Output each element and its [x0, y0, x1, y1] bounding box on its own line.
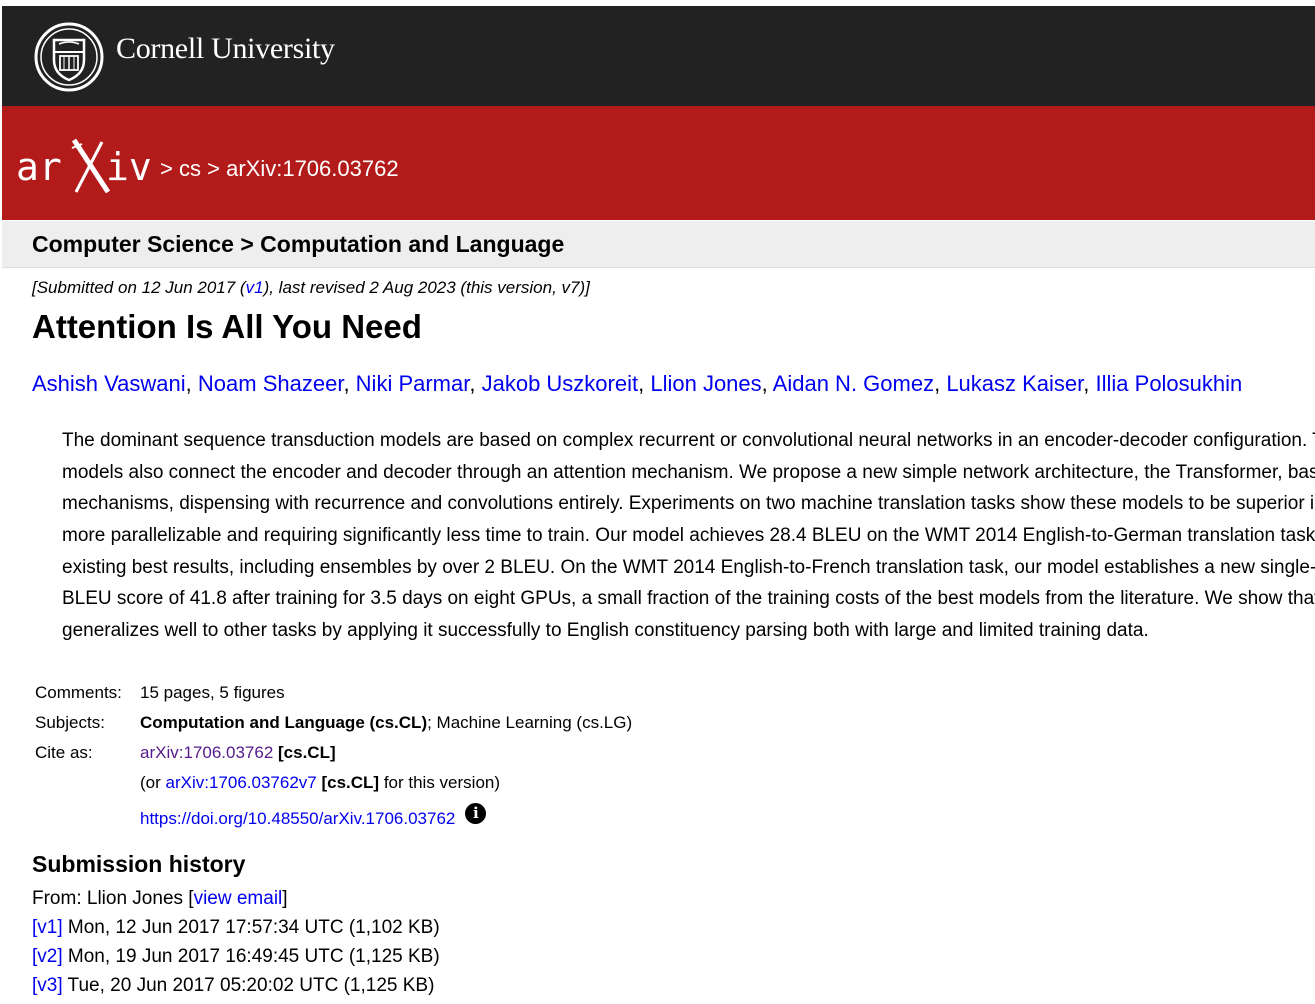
dateline-prefix: [Submitted on 12 Jun 2017 (	[32, 278, 246, 297]
breadcrumb-category-link[interactable]: cs	[179, 156, 201, 181]
author-separator: ,	[469, 371, 482, 396]
abstract-line: BLEU score of 41.8 after training for 3.…	[62, 588, 1315, 610]
authors-list: Ashish Vaswani, Noam Shazeer, Niki Parma…	[32, 371, 1242, 397]
arxiv-logo-icon[interactable]: ar iv	[16, 130, 156, 200]
subject-bar: Computer Science > Computation and Langu…	[2, 221, 1315, 268]
author-separator: ,	[934, 371, 947, 396]
from-row: From: Llion Jones [view email]	[32, 888, 440, 917]
author-link[interactable]: Ashish Vaswani	[32, 371, 186, 396]
version-history-row: [v3] Tue, 20 Jun 2017 05:20:02 UTC (1,12…	[32, 975, 440, 1004]
doi-value: https://doi.org/10.48550/arXiv.1706.0376…	[140, 803, 487, 829]
subjects-value: Computation and Language (cs.CL); Machin…	[140, 713, 632, 733]
from-prefix: From: Llion Jones [	[32, 888, 194, 909]
abstract-line: more parallelizable and requiring signif…	[62, 525, 1315, 547]
dateline-suffix: ), last revised 2 Aug 2023 (this version…	[263, 278, 590, 297]
submission-history-title: Submission history	[32, 851, 246, 877]
author-link[interactable]: Niki Parmar	[356, 371, 470, 396]
cornell-seal-icon[interactable]	[34, 22, 104, 92]
version-date: Mon, 19 Jun 2017 16:49:45 UTC (1,125 KB)	[62, 946, 440, 967]
breadcrumb-paper-id: arXiv:1706.03762	[226, 156, 399, 181]
version-history-row: [v1] Mon, 12 Jun 2017 17:57:34 UTC (1,10…	[32, 917, 440, 946]
from-suffix: ]	[282, 888, 288, 909]
cite-category: [cs.CL]	[278, 743, 336, 762]
svg-text:ar: ar	[16, 145, 62, 189]
author-separator: ,	[1083, 371, 1096, 396]
version-link[interactable]: [v1]	[32, 917, 63, 938]
cite-label: Cite as:	[35, 743, 93, 762]
author-separator: ,	[638, 371, 651, 396]
abstract-line: generalizes well to other tasks by apply…	[62, 620, 1149, 642]
version-category: [cs.CL]	[321, 773, 380, 792]
breadcrumb-separator: >	[160, 156, 173, 181]
primary-subject: Computation and Language (cs.CL)	[140, 713, 428, 732]
abstract-line: existing best results, including ensembl…	[62, 556, 1315, 578]
abstract-line: models also connect the encoder and deco…	[62, 461, 1315, 483]
subjects-label: Subjects:	[35, 713, 105, 732]
abstract-line: The dominant sequence transduction model…	[62, 430, 1315, 451]
doi-link[interactable]: https://doi.org/10.48550/arXiv.1706.0376…	[140, 809, 455, 828]
breadcrumb-separator: >	[207, 156, 220, 181]
version-value: (or arXiv:1706.03762v7 [cs.CL] for this …	[140, 773, 500, 793]
view-email-link[interactable]: view email	[194, 888, 283, 909]
author-link[interactable]: Lukasz Kaiser	[946, 371, 1083, 396]
version-prefix: (or	[140, 773, 166, 792]
submission-dateline: [Submitted on 12 Jun 2017 (v1), last rev…	[32, 278, 590, 298]
cite-id-link[interactable]: arXiv:1706.03762	[140, 743, 273, 762]
author-link[interactable]: Llion Jones	[650, 371, 761, 396]
secondary-subjects: ; Machine Learning (cs.LG)	[427, 713, 633, 732]
version-id-link[interactable]: arXiv:1706.03762v7	[166, 773, 317, 792]
version-date: Mon, 12 Jun 2017 17:57:34 UTC (1,102 KB)	[62, 917, 440, 938]
abstract: The dominant sequence transduction model…	[62, 425, 1315, 647]
author-separator: ,	[185, 371, 198, 396]
author-separator: ,	[343, 371, 356, 396]
breadcrumb: > cs > arXiv:1706.03762	[160, 156, 399, 182]
author-link[interactable]: Noam Shazeer	[198, 371, 344, 396]
author-link[interactable]: Aidan N. Gomez	[773, 371, 934, 396]
author-link[interactable]: Jakob Uszkoreit	[482, 371, 639, 396]
version-history-row: [v2] Mon, 19 Jun 2017 16:49:45 UTC (1,12…	[32, 946, 440, 975]
cite-value: arXiv:1706.03762 [cs.CL]	[140, 743, 336, 763]
cornell-university-name[interactable]: Cornell University	[116, 32, 335, 66]
svg-text:iv: iv	[106, 145, 152, 189]
paper-title: Attention Is All You Need	[32, 308, 422, 345]
author-link[interactable]: Illia Polosukhin	[1096, 371, 1243, 396]
cornell-header: Cornell University	[2, 6, 1315, 106]
abstract-line: mechanisms, dispensing with recurrence a…	[62, 493, 1315, 515]
subject-heading: Computer Science > Computation and Langu…	[32, 231, 565, 257]
version-suffix: for this version)	[379, 773, 501, 792]
comments-label: Comments:	[35, 683, 122, 702]
submission-history: From: Llion Jones [view email] [v1] Mon,…	[32, 888, 440, 1004]
v1-link[interactable]: v1	[246, 278, 264, 297]
info-icon[interactable]: i	[465, 803, 487, 824]
arxiv-header: ar iv > cs > arXiv:1706.03762	[2, 106, 1315, 220]
author-separator: ,	[761, 371, 773, 396]
comments-value: 15 pages, 5 figures	[140, 683, 285, 702]
version-link[interactable]: [v2]	[32, 946, 63, 967]
